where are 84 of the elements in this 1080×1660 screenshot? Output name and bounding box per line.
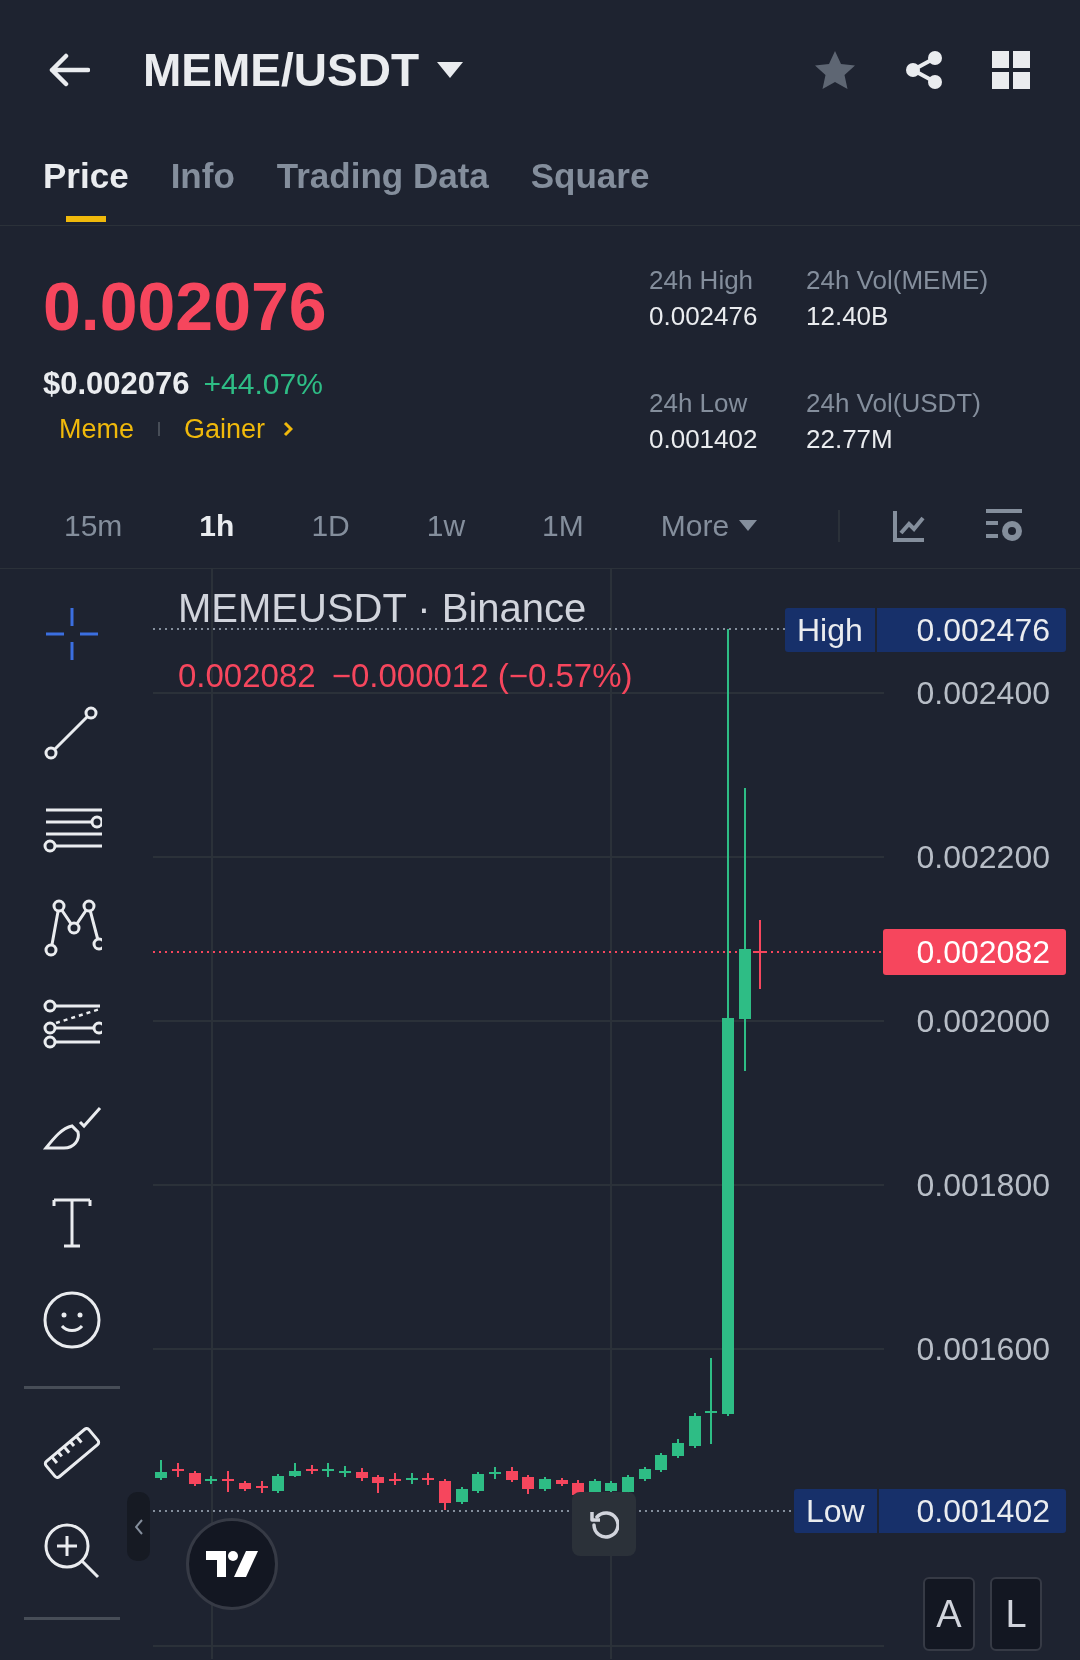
candle <box>489 1466 501 1480</box>
zoom-in-tool-button[interactable] <box>42 1521 102 1581</box>
stat-value: 0.001402 <box>649 423 759 456</box>
tab[interactable]: Price <box>43 140 129 225</box>
price-axis-label: 0.001800 <box>916 1166 1050 1205</box>
emoji-tool-button[interactable] <box>42 1290 102 1350</box>
candle <box>155 1459 167 1481</box>
candle <box>339 1465 351 1478</box>
tab[interactable]: Info <box>170 140 235 225</box>
pattern-tool-button[interactable] <box>42 898 102 958</box>
price-axis-label: 0.002400 <box>916 674 1050 713</box>
reset-button[interactable] <box>572 1492 636 1556</box>
caret-icon <box>739 520 758 531</box>
candle <box>639 1466 651 1482</box>
usd-price: $0.002076 <box>43 365 190 403</box>
grid-icon[interactable] <box>992 51 1030 89</box>
candle <box>389 1472 401 1486</box>
ohlc-value: 0.002082 <box>178 656 316 696</box>
interval-tab[interactable]: 1D <box>311 503 350 548</box>
candle <box>622 1474 634 1495</box>
star-icon[interactable] <box>814 50 856 90</box>
more-dropdown[interactable]: More <box>660 503 758 548</box>
candle <box>754 919 766 990</box>
price-axis-label: 0.002000 <box>916 1002 1050 1041</box>
collapse-toolbar-button[interactable] <box>127 1492 150 1561</box>
candle <box>372 1474 384 1494</box>
candle <box>422 1472 434 1486</box>
candle <box>205 1475 217 1485</box>
candle <box>222 1470 234 1493</box>
candle <box>672 1438 684 1459</box>
pair-selector[interactable]: MEME/USDT <box>143 47 463 93</box>
last-price: 0.002076 <box>43 267 328 346</box>
stat-value: 0.002476 <box>649 300 759 333</box>
candle <box>655 1452 667 1473</box>
candle <box>272 1473 284 1494</box>
candle <box>172 1462 184 1478</box>
low-price-tag: Low 0.001402 <box>794 1489 1066 1533</box>
candle <box>539 1476 551 1492</box>
back-arrow-icon[interactable] <box>48 53 90 87</box>
candle <box>189 1470 201 1487</box>
scale-button[interactable]: A <box>923 1577 975 1651</box>
price-axis-label: 0.002200 <box>916 838 1050 877</box>
stat-label: 24h Low <box>649 387 749 420</box>
candle <box>306 1464 318 1475</box>
caret-icon <box>437 62 463 78</box>
ohlc-change: −0.000012 (−0.57%) <box>331 656 633 696</box>
stat-value: 22.77M <box>806 423 894 456</box>
high-price-tag: High 0.002476 <box>785 608 1066 652</box>
chevron-icon <box>283 421 294 437</box>
candle <box>406 1472 418 1485</box>
scale-button[interactable]: L <box>990 1577 1042 1651</box>
current-price-tag: 0.002082 <box>883 929 1066 975</box>
stat-label: 24h Vol(MEME) <box>806 264 989 297</box>
candle <box>556 1477 568 1487</box>
tag-link[interactable]: Gainer <box>184 411 294 447</box>
tab[interactable]: Square <box>530 140 650 225</box>
tag-link[interactable]: Meme <box>59 411 134 447</box>
interval-tab[interactable]: 1M <box>542 503 584 548</box>
candle <box>506 1466 518 1483</box>
candle <box>456 1486 468 1505</box>
price-axis-label: 0.001600 <box>916 1330 1050 1369</box>
stat-label: 24h Vol(USDT) <box>806 387 982 420</box>
reset-icon <box>589 1508 619 1540</box>
candle <box>289 1462 301 1478</box>
price-change: +44.07% <box>203 366 323 402</box>
interval-tab[interactable]: 1w <box>426 503 466 548</box>
tab[interactable]: Trading Data <box>276 140 489 225</box>
candle <box>472 1471 484 1494</box>
candle <box>439 1478 451 1511</box>
candle <box>322 1462 334 1478</box>
candle <box>356 1467 368 1482</box>
chevron-icon <box>134 1518 143 1535</box>
interval-tab[interactable]: 15m <box>64 503 123 548</box>
stat-value: 12.40B <box>806 300 890 333</box>
stat-label: 24h High <box>649 264 755 297</box>
candle <box>522 1474 534 1495</box>
candle <box>689 1412 701 1449</box>
interval-tab[interactable]: 1h <box>199 503 235 548</box>
chart-legend: MEMEUSDT · Binance <box>178 589 587 627</box>
candle <box>239 1480 251 1492</box>
candle <box>256 1480 268 1494</box>
candle <box>572 1479 584 1498</box>
chart-type-icon[interactable] <box>892 508 926 543</box>
share-icon[interactable] <box>904 50 944 90</box>
